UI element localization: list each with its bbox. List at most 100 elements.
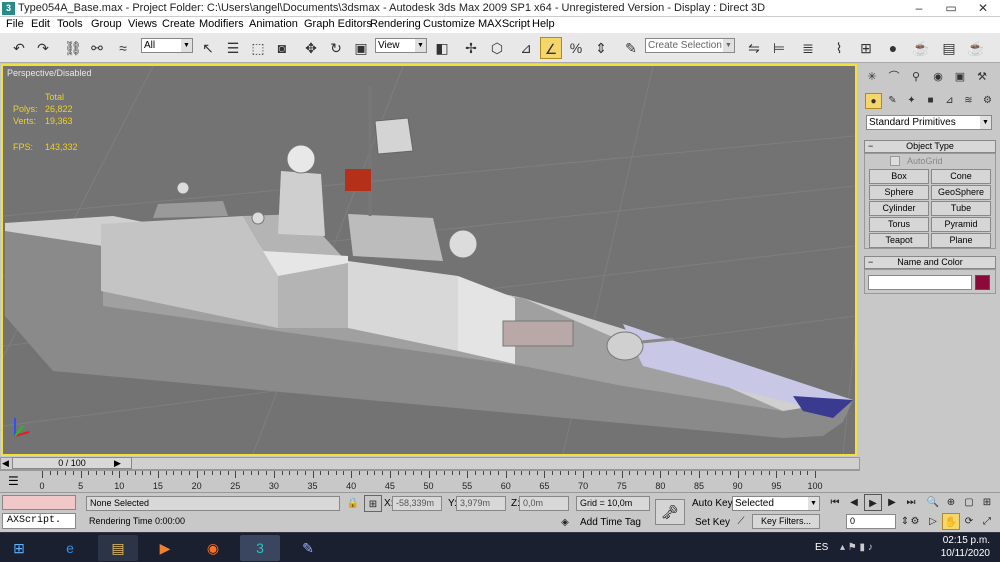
cylinder-button[interactable]: Cylinder	[869, 201, 929, 216]
x-coord-field[interactable]: -58,339m	[392, 496, 442, 511]
material-editor-icon[interactable]: ●	[882, 37, 904, 59]
maxscript-mini-listener[interactable]: AXScript.	[2, 513, 76, 529]
object-name-field[interactable]	[868, 275, 972, 290]
spinner-snap-icon[interactable]: ⇕	[590, 37, 612, 59]
display-tab-icon[interactable]: ▣	[950, 68, 970, 86]
time-slider-next[interactable]: ▶	[114, 458, 121, 469]
default-in-out-tangent-icon[interactable]: ⟋	[732, 513, 750, 530]
align-icon[interactable]: ⊨	[768, 37, 790, 59]
pivot-center-icon[interactable]: ◧	[431, 37, 453, 59]
language-indicator[interactable]: ES	[815, 542, 828, 553]
teapot-button[interactable]: Teapot	[869, 233, 929, 248]
3dsmax-taskbar-icon[interactable]: 3	[240, 535, 280, 561]
named-selection-sets-field[interactable]: Create Selection Set ▼	[645, 38, 735, 53]
maximize-button[interactable]: ▭	[936, 0, 966, 16]
autogrid-checkbox[interactable]	[890, 156, 900, 166]
rendered-frame-window-icon[interactable]: ▤	[938, 37, 960, 59]
box-button[interactable]: Box	[869, 169, 929, 184]
auto-key-button[interactable]: Auto Key	[692, 498, 733, 509]
menu-rendering[interactable]: Rendering	[370, 18, 421, 30]
menu-graph-editors[interactable]: Graph Editors	[304, 18, 372, 30]
current-frame-field[interactable]: 0	[846, 514, 896, 529]
pan-view-icon[interactable]: ✋	[942, 513, 960, 530]
lights-icon[interactable]: ✦	[903, 93, 920, 109]
geosphere-button[interactable]: GeoSphere	[931, 185, 991, 200]
rotate-icon[interactable]: ↻	[325, 37, 347, 59]
time-configuration-icon[interactable]: ⚙	[906, 513, 924, 530]
ship-model[interactable]	[3, 66, 855, 454]
orbit-icon[interactable]: ⟳	[960, 513, 978, 530]
time-slider-prev[interactable]: ◀	[2, 458, 9, 469]
field-of-view-icon[interactable]: ▷	[924, 513, 942, 530]
maximize-viewport-icon[interactable]: ⤢	[978, 513, 996, 530]
shapes-icon[interactable]: ✎	[884, 93, 901, 109]
next-frame-icon[interactable]: ▶	[883, 494, 901, 511]
scale-icon[interactable]: ▣	[350, 37, 372, 59]
curve-editor-icon[interactable]: ⌇	[828, 37, 850, 59]
internet-explorer-icon[interactable]: e	[50, 535, 90, 561]
plane-button[interactable]: Plane	[931, 233, 991, 248]
selection-lock-icon[interactable]: 🔒	[344, 495, 362, 512]
play-icon[interactable]: ▶	[864, 494, 882, 511]
tube-button[interactable]: Tube	[931, 201, 991, 216]
angle-snap-icon[interactable]: ∠	[540, 37, 562, 59]
bind-space-warp-icon[interactable]: ≈	[112, 37, 134, 59]
trackbar[interactable]: ☰ 0 5 10 15 20 25 30 35 40 45 50 55 60 65 70 75 80 85 90 95…	[0, 470, 860, 492]
time-tag-icon[interactable]: ◈	[556, 514, 574, 531]
z-coord-field[interactable]: 0,0m	[519, 496, 569, 511]
render-setup-icon[interactable]: ☕	[910, 37, 932, 59]
firefox-icon[interactable]: ◉	[193, 535, 233, 561]
cameras-icon[interactable]: ■	[922, 93, 939, 109]
modify-tab-icon[interactable]: ⌒	[884, 68, 904, 86]
systems-icon[interactable]: ⚙	[979, 93, 996, 109]
redo-icon[interactable]: ↷	[32, 37, 54, 59]
menu-maxscript[interactable]: MAXScript	[478, 18, 530, 30]
zoom-all-icon[interactable]: ⊕	[942, 494, 960, 511]
snaps-toggle-icon[interactable]: ⊿	[515, 37, 537, 59]
menu-tools[interactable]: Tools	[57, 18, 83, 30]
key-filters-button[interactable]: Key Filters...	[752, 514, 820, 529]
schematic-view-icon[interactable]: ⊞	[855, 37, 877, 59]
minimize-button[interactable]: –	[904, 0, 934, 16]
menu-group[interactable]: Group	[91, 18, 122, 30]
menu-help[interactable]: Help	[532, 18, 555, 30]
perspective-viewport[interactable]: Perspective/Disabled Total Polys: 26,822…	[1, 64, 857, 456]
link-icon[interactable]: ⛓	[62, 37, 84, 59]
space-warps-icon[interactable]: ≋	[960, 93, 977, 109]
selection-filter-dropdown[interactable]: All ▼	[141, 38, 193, 53]
pyramid-button[interactable]: Pyramid	[931, 217, 991, 232]
hierarchy-tab-icon[interactable]: ⚲	[906, 68, 926, 86]
window-crossing-icon[interactable]: ◙	[271, 37, 293, 59]
key-selection-set-dropdown[interactable]: Selected ▼	[732, 496, 820, 511]
tray-icons[interactable]: ▴ ⚑ ▮ ♪	[840, 542, 873, 553]
close-button[interactable]: ✕	[968, 0, 998, 16]
utilities-tab-icon[interactable]: ⚒	[972, 68, 992, 86]
edit-named-selection-icon[interactable]: ✎	[620, 37, 642, 59]
helpers-icon[interactable]: ⊿	[941, 93, 958, 109]
zoom-icon[interactable]: 🔍	[924, 494, 942, 511]
move-icon[interactable]: ✥	[300, 37, 322, 59]
menu-views[interactable]: Views	[128, 18, 157, 30]
go-to-end-icon[interactable]: ⏭	[902, 494, 920, 511]
maxscript-listener-top[interactable]	[2, 495, 76, 510]
zoom-extents-icon[interactable]: ▢	[960, 494, 978, 511]
percent-snap-icon[interactable]: %	[565, 37, 587, 59]
rectangular-selection-icon[interactable]: ⬚	[247, 37, 269, 59]
select-by-name-icon[interactable]: ☰	[222, 37, 244, 59]
absolute-mode-icon[interactable]: ⊞	[364, 495, 382, 512]
create-tab-icon[interactable]: ✳	[862, 68, 882, 86]
add-time-tag-button[interactable]: Add Time Tag	[580, 517, 641, 528]
name-color-rollout-header[interactable]: − Name and Color	[864, 256, 996, 269]
render-production-icon[interactable]: ☕	[965, 37, 987, 59]
start-button-icon[interactable]: ⊞	[2, 535, 36, 561]
primitive-category-dropdown[interactable]: Standard Primitives ▼	[866, 115, 992, 130]
object-color-swatch[interactable]	[975, 275, 990, 290]
media-player-icon[interactable]: ▶	[145, 535, 185, 561]
y-coord-field[interactable]: 3,979m	[456, 496, 506, 511]
set-key-button[interactable]: Set Key	[695, 517, 730, 528]
zoom-extents-all-icon[interactable]: ⊞	[978, 494, 996, 511]
set-keys-key-icon[interactable]: 🗝	[655, 499, 685, 525]
file-explorer-icon[interactable]: ▤	[98, 535, 138, 561]
menu-create[interactable]: Create	[162, 18, 195, 30]
unlink-icon[interactable]: ⚯	[86, 37, 108, 59]
